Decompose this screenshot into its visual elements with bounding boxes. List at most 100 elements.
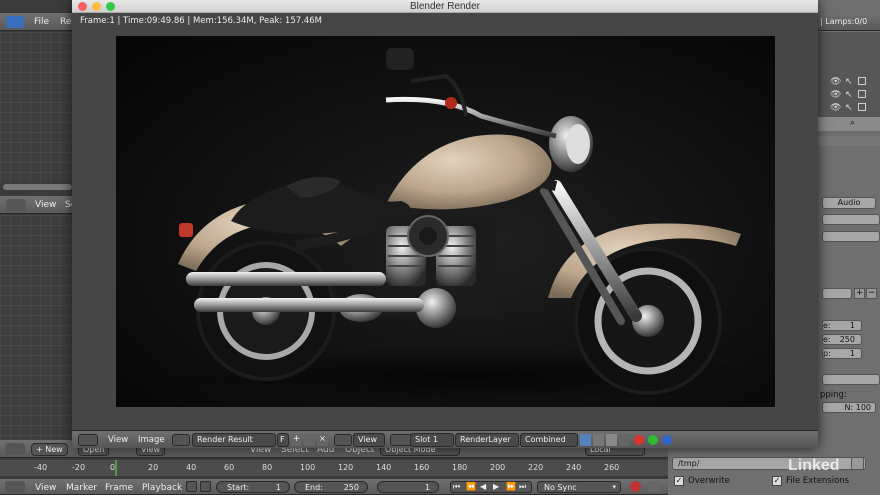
new-image-button[interactable]: + New <box>31 443 68 456</box>
overwrite-checkbox[interactable]: ✓ <box>674 476 684 486</box>
slot-dropdown[interactable]: Slot 1 <box>410 433 454 447</box>
ruler-tick-label: 200 <box>490 463 506 472</box>
editor-type-icon[interactable] <box>6 199 26 211</box>
display-channels-icon[interactable] <box>580 434 591 446</box>
field-value: 250 <box>839 335 855 344</box>
new-button-label: New <box>45 445 63 454</box>
keyset-icon[interactable] <box>648 481 659 492</box>
cursor-icon[interactable]: ↖ <box>845 90 853 100</box>
add-preset-icon[interactable]: + <box>854 288 865 299</box>
field-value: 1 <box>849 321 855 330</box>
red-channel-icon[interactable] <box>634 435 644 445</box>
sync-dropdown[interactable]: No Sync ▾ <box>537 481 621 493</box>
render-icon[interactable] <box>858 77 866 85</box>
eye-icon[interactable]: 👁 <box>830 90 841 100</box>
jump-start-icon[interactable]: ⏮ <box>453 482 460 492</box>
close-image-icon[interactable]: × <box>317 434 328 446</box>
dropdown-field[interactable] <box>822 374 880 385</box>
cursor-icon[interactable]: ↖ <box>845 77 853 87</box>
current-frame-indicator[interactable] <box>115 460 117 476</box>
ruler-tick-label: -20 <box>72 463 86 472</box>
eye-icon[interactable]: 👁 <box>830 103 841 113</box>
prev-key-icon[interactable]: ⏪ <box>466 482 476 491</box>
render-icon[interactable] <box>858 103 866 111</box>
editor-type-icon[interactable] <box>6 16 24 28</box>
marker-menu[interactable]: Marker <box>66 483 97 493</box>
blue-channel-icon[interactable] <box>662 435 672 445</box>
ruler-tick-label: 160 <box>414 463 430 472</box>
properties-tabs[interactable] <box>818 136 880 146</box>
sync-value: No Sync <box>544 483 577 492</box>
channel-icon[interactable] <box>619 434 630 446</box>
current-frame-field[interactable]: 1 <box>377 481 439 493</box>
top-info-header: File Ren <box>0 13 77 31</box>
playback-controls: ⏮ ⏪ ◀ ▶ ⏩ ⏭ <box>450 481 532 493</box>
file-extensions-checkbox[interactable]: ✓ <box>772 476 782 486</box>
ruler-tick-label: 180 <box>452 463 468 472</box>
end-value: 250 <box>343 483 359 492</box>
ruler-tick-label: 40 <box>186 463 197 472</box>
image-browse-icon[interactable] <box>172 434 190 446</box>
mapping-new-field[interactable]: N: 100 <box>822 402 876 413</box>
left-scrollbar[interactable] <box>3 184 72 190</box>
preset-dropdown[interactable] <box>822 288 852 299</box>
play-reverse-icon[interactable]: ◀ <box>480 482 486 491</box>
new-image-icon[interactable]: + <box>291 434 302 446</box>
start-frame-field[interactable]: Start: 1 <box>216 481 290 493</box>
editor-type-icon[interactable] <box>5 443 25 455</box>
window-titlebar[interactable]: Blender Render <box>72 0 818 13</box>
folder-icon[interactable] <box>851 457 864 470</box>
remove-preset-icon[interactable]: − <box>866 288 877 299</box>
timeline-ruler[interactable]: -40 -20 0 20 40 60 80 100 120 140 160 180 200 220 240 2… <box>0 460 668 476</box>
output-path: /tmp/ <box>678 459 700 468</box>
end-frame-field[interactable]: End: 250 <box>294 481 368 493</box>
frame-end-field[interactable]: e: 250 <box>822 334 862 345</box>
z-buffer-icon[interactable] <box>606 434 617 446</box>
view-dropdown[interactable]: View <box>353 433 385 447</box>
editor-type-icon[interactable] <box>78 434 98 446</box>
view-menu[interactable]: View <box>108 435 128 445</box>
ruler-tick-label: -40 <box>34 463 48 472</box>
timeline-view-menu[interactable]: View <box>35 483 56 493</box>
keying-icon[interactable] <box>186 481 197 492</box>
watermark-text: Linked <box>788 457 840 474</box>
render-pass-dropdown[interactable]: Combined <box>520 433 578 447</box>
ruler-tick-label: 220 <box>528 463 544 472</box>
dropdown-field[interactable] <box>822 231 880 242</box>
left-lower-editor <box>0 215 72 440</box>
image-name-field[interactable]: Render Result <box>192 433 276 447</box>
alpha-icon[interactable] <box>593 434 604 446</box>
cursor-icon[interactable]: ↖ <box>845 103 853 113</box>
view-menu[interactable]: View <box>35 200 56 210</box>
eye-icon[interactable]: 👁 <box>830 77 841 87</box>
ruler-tick-label: 140 <box>376 463 392 472</box>
view-mode-icon[interactable] <box>334 434 352 446</box>
render-layer-dropdown[interactable]: RenderLayer <box>455 433 519 447</box>
lock-icon[interactable] <box>200 481 211 492</box>
left-upper-editor <box>0 32 72 182</box>
render-window: Blender Render Frame:1 | Time:09:49.86 |… <box>72 0 818 448</box>
ruler-tick-label: 20 <box>148 463 159 472</box>
chevron-down-icon: ▾ <box>612 483 616 491</box>
frame-step-field[interactable]: p: 1 <box>822 348 862 359</box>
image-menu[interactable]: Image <box>138 435 165 445</box>
play-icon[interactable]: ▶ <box>493 482 499 491</box>
search-bar[interactable]: ⌕ <box>818 117 880 131</box>
render-info-text: Frame:1 | Time:09:49.86 | Mem:156.34M, P… <box>80 16 322 26</box>
green-channel-icon[interactable] <box>648 435 658 445</box>
jump-end-icon[interactable]: ⏭ <box>519 482 526 492</box>
file-menu[interactable]: File <box>34 17 49 27</box>
record-icon[interactable] <box>630 481 641 492</box>
frame-menu[interactable]: Frame <box>105 483 133 493</box>
next-key-icon[interactable]: ⏩ <box>506 482 516 491</box>
frame-start-field[interactable]: e: 1 <box>822 320 862 331</box>
open-folder-icon[interactable] <box>304 434 315 446</box>
fake-user-button[interactable]: F <box>277 433 289 447</box>
editor-type-icon[interactable] <box>5 481 25 493</box>
linkedin-watermark: Linked <box>788 457 840 479</box>
audio-button[interactable]: Audio <box>822 197 876 209</box>
dropdown-field[interactable] <box>822 214 880 225</box>
playback-menu[interactable]: Playback <box>142 483 182 493</box>
render-icon[interactable] <box>858 90 866 98</box>
timeline-header: View Marker Frame Playback Start: 1 End:… <box>0 479 668 495</box>
